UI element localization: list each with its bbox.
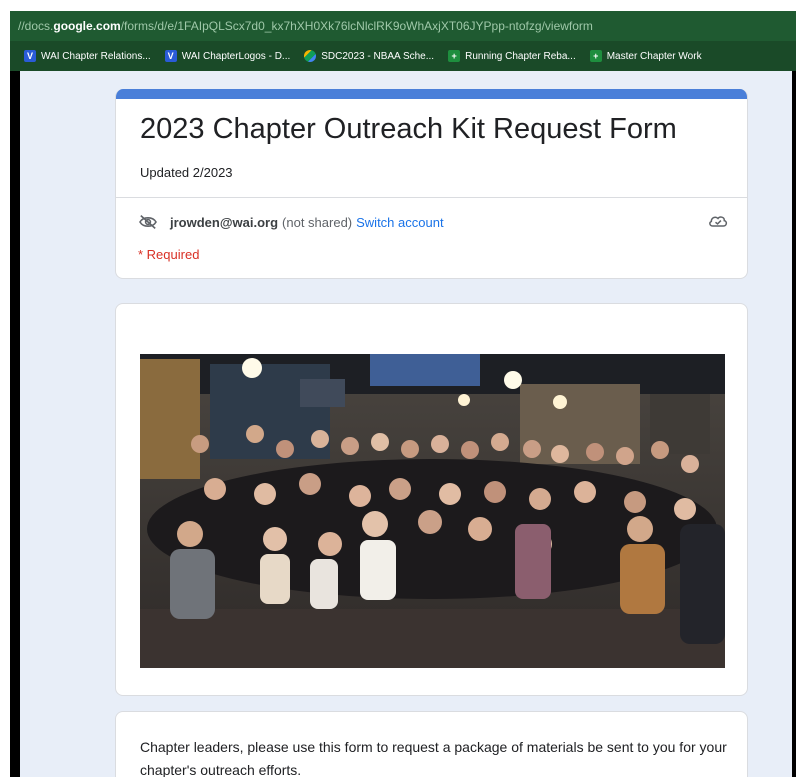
bookmark-master-chapter-work[interactable]: + Master Chapter Work: [589, 50, 702, 62]
bookmark-label: WAI Chapter Relations...: [41, 50, 151, 62]
bookmark-label: WAI ChapterLogos - D...: [181, 50, 291, 62]
form-title: 2023 Chapter Outreach Kit Request Form: [140, 113, 677, 145]
url-host: google.com: [53, 19, 121, 33]
required-note: * Required: [138, 247, 200, 262]
account-row: jrowden@wai.org (not shared) Switch acco…: [138, 211, 728, 233]
group-photo-illustration: [140, 354, 725, 668]
browser-window: //docs. google.com/forms/d/e/1FAIpQLScx7d…: [10, 11, 796, 777]
bookmark-sdc2023[interactable]: SDC2023 - NBAA Sche...: [304, 50, 434, 62]
bookmark-running-chapter-reba[interactable]: + Running Chapter Reba...: [448, 50, 576, 62]
switch-account-link[interactable]: Switch account: [356, 215, 443, 230]
cloud-saved-icon[interactable]: [708, 213, 728, 229]
account-note: (not shared): [282, 214, 353, 230]
blue-v-icon: V: [24, 50, 36, 62]
bookmark-label: Running Chapter Reba...: [465, 50, 576, 62]
form-intro-card: Chapter leaders, please use this form to…: [115, 711, 748, 777]
divider: [116, 197, 747, 198]
account-email: jrowden@wai.org: [170, 214, 279, 230]
form-header-card: 2023 Chapter Outreach Kit Request Form U…: [115, 89, 748, 279]
form-image-card: [115, 303, 748, 696]
form-description: Updated 2/2023: [140, 165, 233, 180]
form-accent-bar: [116, 89, 747, 99]
google-drive-icon: [304, 50, 317, 62]
green-plus-icon: +: [589, 50, 602, 62]
eye-off-icon: [139, 215, 157, 229]
bookmark-wai-chapter-logos[interactable]: V WAI ChapterLogos - D...: [164, 50, 291, 62]
bookmark-label: SDC2023 - NBAA Sche...: [321, 50, 435, 62]
address-bar[interactable]: //docs. google.com/forms/d/e/1FAIpQLScx7d…: [10, 11, 796, 41]
bookmarks-bar: V WAI Chapter Relations... V WAI Chapter…: [10, 41, 796, 71]
green-plus-icon: +: [448, 50, 461, 62]
blue-v-icon: V: [164, 50, 177, 62]
page-viewport[interactable]: 2023 Chapter Outreach Kit Request Form U…: [20, 71, 792, 777]
bookmark-label: Master Chapter Work: [606, 50, 702, 62]
bookmark-wai-chapter-relations[interactable]: V WAI Chapter Relations...: [24, 50, 151, 62]
url-path: /forms/d/e/1FAIpQLScx7d0_kx7hXH0Xk76lcNl…: [120, 19, 593, 33]
form-intro-text: Chapter leaders, please use this form to…: [140, 739, 727, 777]
group-photo: [140, 354, 725, 668]
url-prefix: //docs.: [18, 19, 54, 33]
